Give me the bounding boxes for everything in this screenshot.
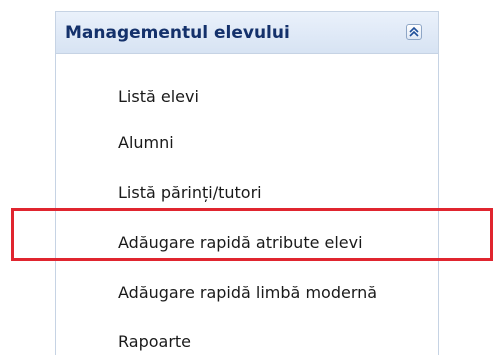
panel-header[interactable]: Managementul elevului [56,12,438,54]
menu-item-lista-elevi[interactable]: Listă elevi [118,87,199,107]
menu-item-lista-parinti-tutori[interactable]: Listă părinți/tutori [118,183,262,203]
menu-item-alumni[interactable]: Alumni [118,133,174,153]
student-management-panel: Managementul elevului Listă elevi Alumni… [55,11,439,355]
double-chevron-up-icon [409,26,419,37]
menu-item-adaugare-rapida-limba-moderna[interactable]: Adăugare rapidă limbă modernă [118,283,377,303]
collapse-button[interactable] [406,24,422,40]
highlight-box [11,208,493,261]
menu-item-rapoarte[interactable]: Rapoarte [118,332,191,352]
panel-title: Managementul elevului [65,23,290,43]
